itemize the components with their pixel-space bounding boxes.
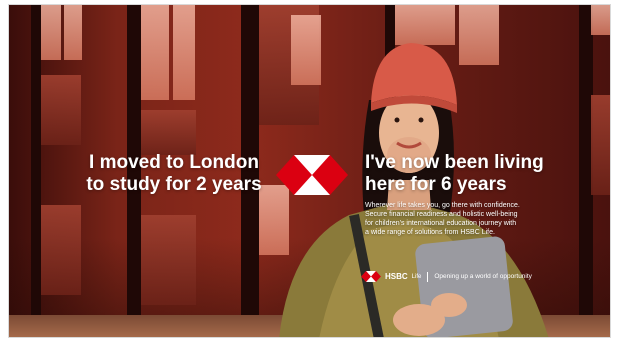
hsbc-hexagon-logo <box>276 155 348 195</box>
body-copy-line: Wherever life takes you, go there with c… <box>365 202 520 209</box>
brand-name: HSBC <box>385 272 408 281</box>
body-copy-line: a wide range of solutions from HSBC Life… <box>365 229 495 236</box>
footer-brand: HSBC Life Opening up a world of opportun… <box>361 271 532 282</box>
headline-right-line1: I've now been living <box>365 152 544 173</box>
brand-tagline: Opening up a world of opportunity <box>434 273 532 280</box>
headline-left-line1: I moved to London <box>89 152 259 173</box>
body-copy-line: for children's international education j… <box>365 220 517 227</box>
headline-left: I moved to London to study for 2 years <box>59 152 289 196</box>
headline-right-line2: here for 6 years <box>365 174 507 195</box>
body-copy-line: Secure financial readiness and holistic … <box>365 211 518 218</box>
body-copy: Wherever life takes you, go there with c… <box>365 201 575 237</box>
brand-sub: Life <box>411 273 422 280</box>
headline-left-line2: to study for 2 years <box>86 174 262 195</box>
headline-right: I've now been living here for 6 years <box>365 152 605 196</box>
ad-banner[interactable]: I moved to London to study for 2 years I… <box>8 4 611 338</box>
hsbc-mini-logo-icon <box>361 271 381 282</box>
brand-divider <box>427 271 429 282</box>
